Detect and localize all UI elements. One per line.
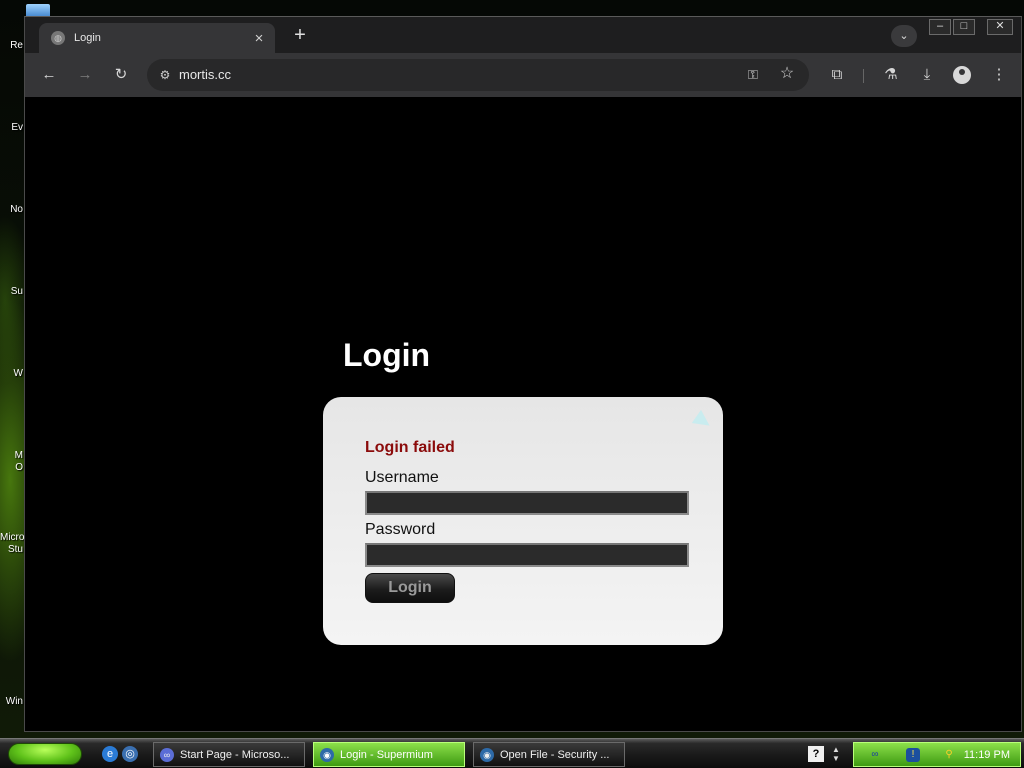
address-bar[interactable]: ⚙ mortis.cc ⚿ ☆	[147, 59, 809, 91]
taskbar: e ◎ ∞ Start Page - Microso... ◉ Login - …	[0, 738, 1024, 768]
flask-icon[interactable]: ⚗	[881, 65, 901, 85]
key-icon[interactable]: ⚿	[743, 65, 763, 85]
desktop-icon-label[interactable]: Micro	[0, 532, 24, 543]
taskbar-item-start-page[interactable]: ∞ Start Page - Microso...	[153, 742, 305, 767]
close-window-button[interactable]: ✕	[987, 19, 1013, 35]
taskbar-item-label: Start Page - Microso...	[180, 748, 290, 761]
internet-explorer-icon[interactable]: e	[102, 746, 118, 762]
tab-login[interactable]: ◍ Login ×	[39, 23, 275, 53]
browser-toolbar: ← → ↻ ⚙ mortis.cc ⚿ ☆ ⧉ ⚗ ⤓ ⋮	[25, 53, 1021, 97]
puzzle-icon[interactable]: ⧉	[827, 65, 847, 85]
browser-window: ◍ Login × + ⌄ – □ ✕ ← → ↻ ⚙ mortis.cc ⚿ …	[24, 16, 1022, 732]
reload-icon[interactable]: ↻	[111, 65, 131, 85]
page-viewport: Login Login failed Username Password Log…	[25, 97, 1021, 731]
taskbar-item-open-file[interactable]: ◉ Open File - Security ...	[473, 742, 625, 767]
password-field[interactable]	[365, 543, 689, 567]
minimize-button[interactable]: –	[929, 19, 951, 35]
search-icon[interactable]: ⚲	[942, 748, 956, 762]
download-icon[interactable]: ⤓	[917, 65, 937, 85]
password-label: Password	[365, 521, 436, 538]
supermium-icon: ◉	[320, 747, 334, 762]
start-button[interactable]	[8, 743, 82, 765]
close-icon[interactable]: ×	[251, 31, 267, 46]
shield-icon[interactable]: !	[906, 748, 920, 762]
tab-search-button[interactable]: ⌄	[891, 25, 917, 47]
desktop-icon-label[interactable]: Stu	[0, 544, 24, 555]
toolbar-divider	[863, 69, 864, 83]
visual-studio-icon: ∞	[160, 747, 174, 762]
username-field[interactable]	[365, 491, 689, 515]
tab-title: Login	[74, 32, 101, 44]
desktop-icon-label[interactable]: Re	[0, 40, 24, 51]
login-form: Login failed Username Password Login	[323, 397, 723, 645]
browser-quicklaunch-icon[interactable]: ◎	[122, 746, 138, 762]
help-icon[interactable]: ?	[808, 746, 824, 762]
arrow-left-icon[interactable]: ←	[39, 65, 59, 85]
profile-icon[interactable]	[953, 66, 971, 84]
desktop-icon-label[interactable]: O	[0, 462, 24, 473]
star-icon[interactable]: ☆	[777, 64, 797, 84]
kebab-menu-icon[interactable]: ⋮	[989, 65, 1009, 85]
globe-icon: ◍	[51, 31, 65, 45]
taskbar-item-label: Open File - Security ...	[500, 748, 610, 761]
tune-icon[interactable]: ⚙	[155, 65, 175, 85]
arrow-right-icon[interactable]: →	[75, 65, 95, 85]
supermium-icon: ◉	[480, 747, 494, 762]
clock[interactable]: 11:19 PM	[964, 749, 1010, 761]
mouse-cursor-icon	[691, 409, 715, 433]
tab-strip: ◍ Login × + ⌄ – □ ✕	[25, 17, 1021, 53]
tray-expand-icon[interactable]: ▲ ▼	[832, 745, 840, 763]
desktop-icon-label[interactable]: Su	[0, 286, 24, 297]
desktop-icon-label[interactable]: No	[0, 204, 24, 215]
desktop-icon-label[interactable]: Win	[0, 696, 24, 707]
username-label: Username	[365, 469, 439, 486]
system-tray: ∞ ! ⚲ 11:19 PM	[853, 742, 1021, 767]
desktop-icon-label[interactable]: W	[0, 368, 24, 379]
maximize-button[interactable]: □	[953, 19, 975, 35]
network-icon[interactable]: ∞	[868, 748, 882, 762]
desktop-icon-label[interactable]: M	[0, 450, 24, 461]
page-title: Login	[343, 337, 431, 373]
taskbar-item-label: Login - Supermium	[340, 748, 433, 761]
new-tab-button[interactable]: +	[289, 25, 311, 47]
login-button[interactable]: Login	[365, 573, 455, 603]
error-message: Login failed	[365, 439, 455, 456]
address-url[interactable]: mortis.cc	[179, 67, 231, 82]
desktop-icon-label[interactable]: Ev	[0, 122, 24, 133]
taskbar-item-login[interactable]: ◉ Login - Supermium	[313, 742, 465, 767]
